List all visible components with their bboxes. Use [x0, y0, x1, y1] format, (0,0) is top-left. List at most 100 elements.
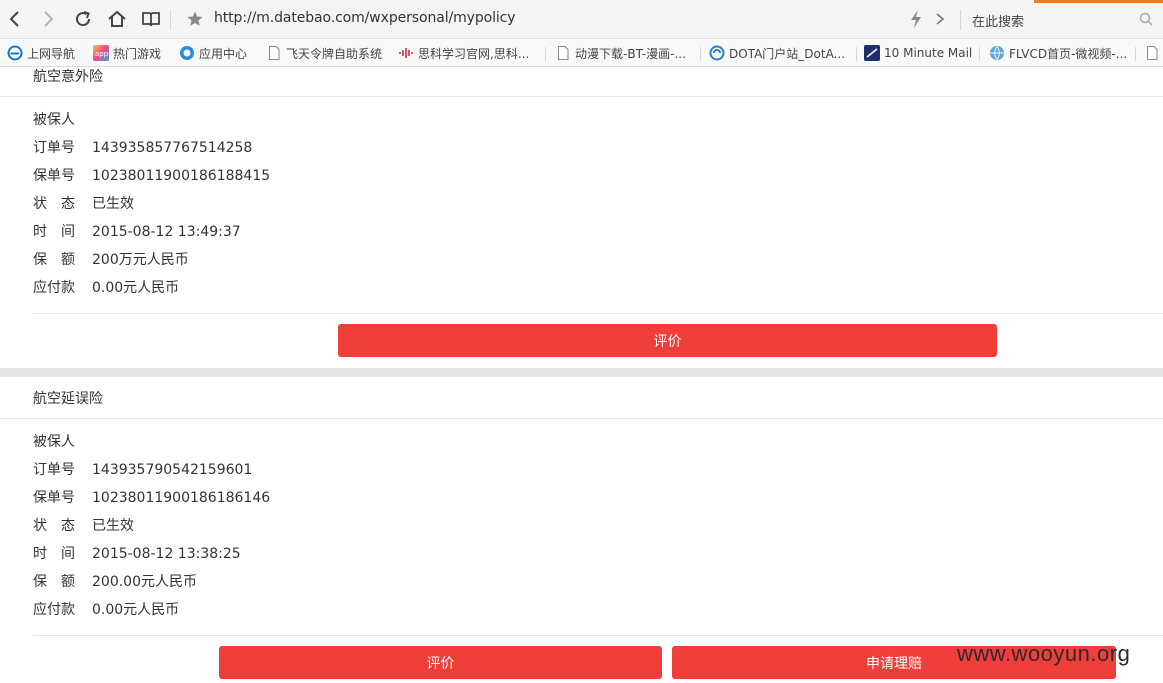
bookmark-label: 热门游戏 — [113, 46, 162, 61]
browser-toolbar: http://m.datebao.com/wxpersonal/mypolicy… — [0, 0, 1163, 39]
toolbar-divider — [960, 10, 961, 30]
cisco-icon — [398, 45, 414, 61]
bookmark-label: 动漫下载-BT-漫画-... — [575, 46, 686, 61]
field-value: 已生效 — [92, 196, 134, 212]
policy-field-insured: 被保人 — [33, 110, 92, 130]
title-divider — [0, 96, 1163, 97]
bookmark-divider — [979, 47, 980, 61]
bookmark-star-icon[interactable] — [186, 10, 204, 28]
search-input[interactable]: 在此搜索 — [972, 11, 1024, 30]
bookmark-item[interactable]: FLVCD首页-微视频-... — [989, 44, 1127, 62]
bookmark-label: 10 Minute Mail — [884, 46, 973, 60]
bookmark-item[interactable]: 思科学习官网,思科... — [398, 44, 529, 62]
field-label: 时 间 — [33, 224, 75, 240]
chevron-right-icon[interactable] — [933, 11, 947, 27]
field-label: 状 态 — [33, 196, 75, 212]
toolbar-divider — [170, 10, 171, 30]
svg-text:app: app — [95, 50, 109, 58]
field-label: 时 间 — [33, 546, 75, 562]
reload-button[interactable] — [71, 7, 95, 31]
field-label: 应付款 — [33, 280, 75, 296]
field-value: 0.00元人民币 — [92, 280, 180, 296]
policy-field-insured: 被保人 — [33, 432, 92, 452]
fields-divider — [33, 313, 1163, 314]
flvcd-icon — [989, 45, 1005, 61]
field-label: 订单号 — [33, 140, 75, 156]
bookmark-item[interactable]: 上网导航 — [7, 44, 75, 62]
search-icon[interactable] — [1139, 12, 1153, 26]
reload-icon — [76, 11, 91, 27]
policy-field-coverage: 保 额 200万元人民币 — [33, 250, 189, 270]
lightning-icon[interactable] — [908, 9, 924, 29]
back-arrow-icon — [9, 11, 19, 27]
bookmark-item[interactable]: 飞天令牌自助系统 — [266, 44, 382, 62]
policy-field-policy-no: 保单号 10238011900186186146 — [33, 488, 270, 508]
review-button[interactable]: 评价 — [219, 646, 662, 679]
bookmark-label: 上网导航 — [27, 46, 76, 61]
page-icon — [1144, 45, 1160, 61]
bookmark-item[interactable]: 10 Minute Mail — [864, 44, 972, 62]
field-value: 200万元人民币 — [92, 252, 189, 268]
home-button[interactable] — [105, 7, 129, 31]
field-value: 10238011900186188415 — [92, 168, 271, 184]
field-value: 2015-08-12 13:49:37 — [92, 224, 241, 240]
policy-field-order-no: 订单号 143935790542159601 — [33, 460, 252, 480]
policy-field-status: 状 态 已生效 — [33, 194, 134, 214]
home-icon — [108, 10, 126, 27]
bookmark-item[interactable]: DOTA门户站_DotA... — [709, 44, 845, 62]
field-value: 143935857767514258 — [92, 140, 253, 156]
forward-button[interactable] — [36, 7, 60, 31]
page-icon — [555, 45, 571, 61]
policy-title: 航空延误险 — [33, 391, 103, 407]
back-button[interactable] — [3, 7, 27, 31]
policy-title: 航空意外险 — [33, 69, 103, 85]
policy-field-coverage: 保 额 200.00元人民币 — [33, 572, 197, 592]
accent-strip — [1034, 0, 1163, 3]
title-divider — [0, 418, 1163, 419]
reader-button[interactable] — [139, 7, 163, 31]
bookmark-divider — [1135, 47, 1136, 61]
policy-field-time: 时 间 2015-08-12 13:38:25 — [33, 544, 241, 564]
review-button[interactable]: 评价 — [338, 324, 997, 357]
bookmark-item[interactable]: 动漫下载-BT-漫画-... — [555, 44, 686, 62]
field-value: 2015-08-12 13:38:25 — [92, 546, 241, 562]
policy-list: 航空意外险 被保人 订单号 143935857767514258 保单号 10238… — [0, 68, 1163, 683]
field-value: 10238011900186186146 — [92, 490, 271, 506]
dota-icon — [709, 45, 725, 61]
page-icon — [266, 45, 282, 61]
field-value: 200.00元人民币 — [92, 574, 197, 590]
field-label: 保单号 — [33, 168, 75, 184]
field-label: 保 额 — [33, 574, 75, 590]
bookmark-item[interactable]: app 热门游戏 — [93, 44, 161, 62]
policy-field-policy-no: 保单号 10238011900186188415 — [33, 166, 270, 186]
bookmark-item[interactable]: 应用中心 — [179, 44, 247, 62]
bookmark-label: 思科学习官网,思科... — [418, 46, 530, 61]
field-label: 保单号 — [33, 490, 75, 506]
field-value: 143935790542159601 — [92, 462, 253, 478]
forward-arrow-icon — [44, 11, 54, 27]
fields-divider — [33, 635, 1163, 636]
bookmark-label: FLVCD首页-微视频-... — [1009, 46, 1128, 61]
mail-icon — [864, 45, 880, 61]
search-box[interactable]: 在此搜索 — [970, 8, 1163, 32]
watermark: www.wooyun.org — [957, 641, 1131, 666]
policy-field-payable: 应付款 0.00元人民币 — [33, 600, 179, 620]
field-label: 状 态 — [33, 518, 75, 534]
field-value: 已生效 — [92, 518, 134, 534]
bookmark-divider — [700, 47, 701, 61]
bookmark-divider — [545, 47, 546, 61]
book-icon — [142, 12, 160, 27]
policy-field-status: 状 态 已生效 — [33, 516, 134, 536]
bookmark-label: 飞天令牌自助系统 — [286, 46, 383, 61]
field-label: 应付款 — [33, 602, 75, 618]
field-label: 保 额 — [33, 252, 75, 268]
card-separator — [0, 368, 1163, 377]
address-bar[interactable]: http://m.datebao.com/wxpersonal/mypolicy — [214, 10, 516, 26]
bookmark-overflow[interactable] — [1144, 44, 1163, 62]
field-value: 0.00元人民币 — [92, 602, 180, 618]
app-icon: app — [93, 45, 109, 61]
app-center-icon — [179, 45, 195, 61]
field-label: 订单号 — [33, 462, 75, 478]
field-label: 被保人 — [33, 434, 75, 450]
policy-field-payable: 应付款 0.00元人民币 — [33, 278, 179, 298]
